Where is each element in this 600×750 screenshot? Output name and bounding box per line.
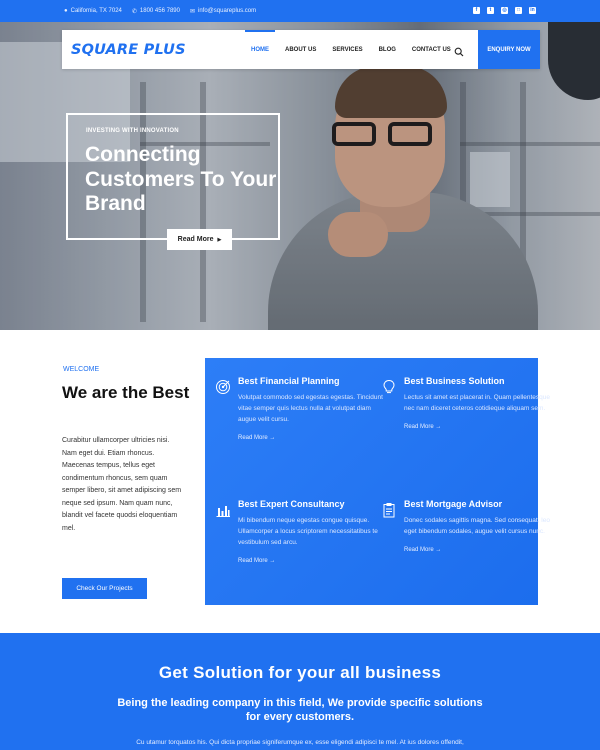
map-pin-icon: ● [64,8,68,14]
lightbulb-icon [381,379,397,395]
nav-item-about-us[interactable]: ABOUT US [277,30,324,69]
service-card: Best Financial Planning Volutpat commodo… [216,376,386,441]
enquiry-now-button[interactable]: ENQUIRY NOW [478,30,540,69]
search-icon[interactable] [454,44,464,57]
target-icon [215,379,231,395]
hero-title: Connecting Customers To Your Brand [85,143,277,215]
band-subheading: Being the leading company in this field,… [117,697,483,723]
twitter-icon[interactable]: t [487,7,494,14]
play-arrow-icon: ▶ [217,236,222,243]
instagram-icon[interactable]: □ [515,7,522,14]
about-text: Curabitur ullamcorper ultricies nisi. Na… [62,437,182,532]
logo[interactable]: SQUARE PLUS [71,30,186,69]
globe-icon[interactable]: ◎ [501,7,508,14]
service-read-more-link[interactable]: Read More → [404,424,552,430]
envelope-icon: ✉ [189,8,195,15]
service-read-more-link[interactable]: Read More → [404,547,552,553]
solutions-band: Get Solution for your all business Being… [0,633,600,750]
hero-eyebrow: INVESTING WITH INNOVATION [86,128,179,134]
services-panel: Best Financial Planning Volutpat commodo… [205,358,550,605]
bar-chart-icon [215,502,231,518]
location: ● California, TX 7024 [64,8,122,14]
top-bar: ● California, TX 7024 ✆ 1800 456 7890 ✉ inf… [0,0,600,22]
facebook-icon[interactable]: f [473,7,480,14]
read-more-button[interactable]: Read More ▶ [167,229,232,250]
service-read-more-link[interactable]: Read More → [238,558,386,564]
service-card: Best Expert Consultancy Mi bibendum nequ… [216,499,386,564]
about-eyebrow: WELCOME [63,366,100,373]
phone-icon: ✆ [131,8,137,15]
check-projects-button[interactable]: Check Our Projects [62,578,147,599]
email[interactable]: ✉ info@squareplus.com [190,8,256,15]
clipboard-icon [381,502,397,518]
phone[interactable]: ✆ 1800 456 7890 [132,8,180,15]
nav-item-home[interactable]: HOME [243,30,277,69]
about-title: We are the Best [62,383,190,402]
contact-info: ● California, TX 7024 ✆ 1800 456 7890 ✉ inf… [64,0,256,22]
service-card: Best Business Solution Lectus sit amet e… [383,376,552,430]
main-nav: SQUARE PLUS HOME ABOUT US SERVICES BLOG … [62,30,540,69]
service-card: Best Mortgage Advisor Donec sodales sagi… [383,499,552,553]
nav-item-blog[interactable]: BLOG [371,30,404,69]
band-text: Cu utamur torquatos his. Qui dicta propr… [136,739,464,746]
nav-menu: HOME ABOUT US SERVICES BLOG CONTACT US [243,30,459,69]
nav-item-services[interactable]: SERVICES [324,30,370,69]
service-read-more-link[interactable]: Read More → [238,435,386,441]
social-links: f t ◎ □ in [473,7,536,14]
linkedin-icon[interactable]: in [529,7,536,14]
nav-item-contact-us[interactable]: CONTACT US [404,30,459,69]
band-heading: Get Solution for your all business [158,663,442,682]
